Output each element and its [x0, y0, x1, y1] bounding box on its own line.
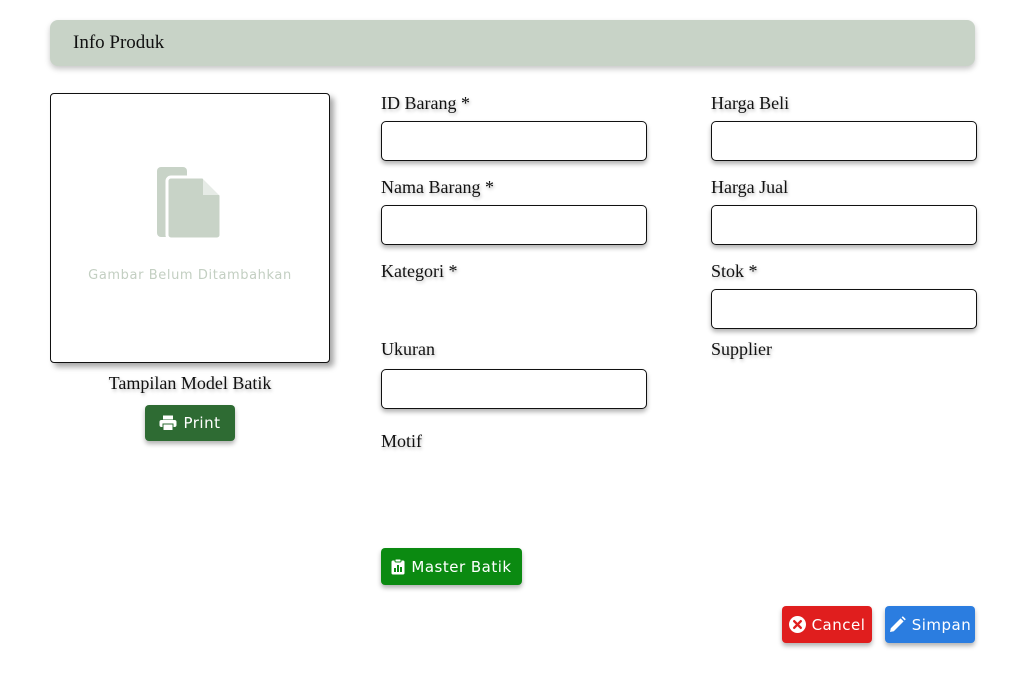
product-info-page: Info Produk Gambar Belum Ditambahkan Tam… [0, 0, 1025, 677]
harga-jual-label: Harga Jual [711, 177, 789, 197]
id-barang-field[interactable] [381, 121, 647, 161]
harga-jual-field[interactable] [711, 205, 977, 245]
simpan-button[interactable]: Simpan [885, 606, 975, 643]
print-button[interactable]: Print [145, 405, 235, 441]
nama-barang-label: Nama Barang * [381, 177, 494, 197]
stok-field[interactable] [711, 289, 977, 329]
clipboard-chart-icon [391, 558, 405, 574]
harga-beli-field[interactable] [711, 121, 977, 161]
motif-label: Motif [381, 431, 423, 451]
harga-beli-label: Harga Beli [711, 93, 790, 113]
product-image-placeholder[interactable]: Gambar Belum Ditambahkan [50, 93, 330, 363]
image-empty-text: Gambar Belum Ditambahkan [88, 268, 292, 283]
page-title: Info Produk [73, 32, 165, 53]
supplier-label: Supplier [711, 339, 772, 359]
printer-icon [159, 415, 177, 431]
header-bar: Info Produk [50, 20, 975, 66]
id-barang-label: ID Barang * [381, 93, 470, 113]
cancel-button-label: Cancel [811, 615, 866, 634]
cancel-button[interactable]: Cancel [782, 606, 872, 643]
ukuran-label: Ukuran [381, 339, 435, 359]
stok-label: Stok * [711, 261, 758, 281]
ukuran-field[interactable] [381, 369, 647, 409]
master-batik-label: Master Batik [411, 557, 512, 576]
simpan-button-label: Simpan [911, 615, 972, 634]
close-circle-icon [788, 616, 806, 633]
file-copy-icon [157, 167, 223, 241]
kategori-label: Kategori * [381, 261, 458, 281]
image-caption: Tampilan Model Batik [108, 373, 272, 393]
pencil-icon [889, 616, 906, 632]
nama-barang-field[interactable] [381, 205, 647, 245]
master-batik-button[interactable]: Master Batik [381, 548, 522, 585]
print-button-label: Print [183, 414, 221, 432]
